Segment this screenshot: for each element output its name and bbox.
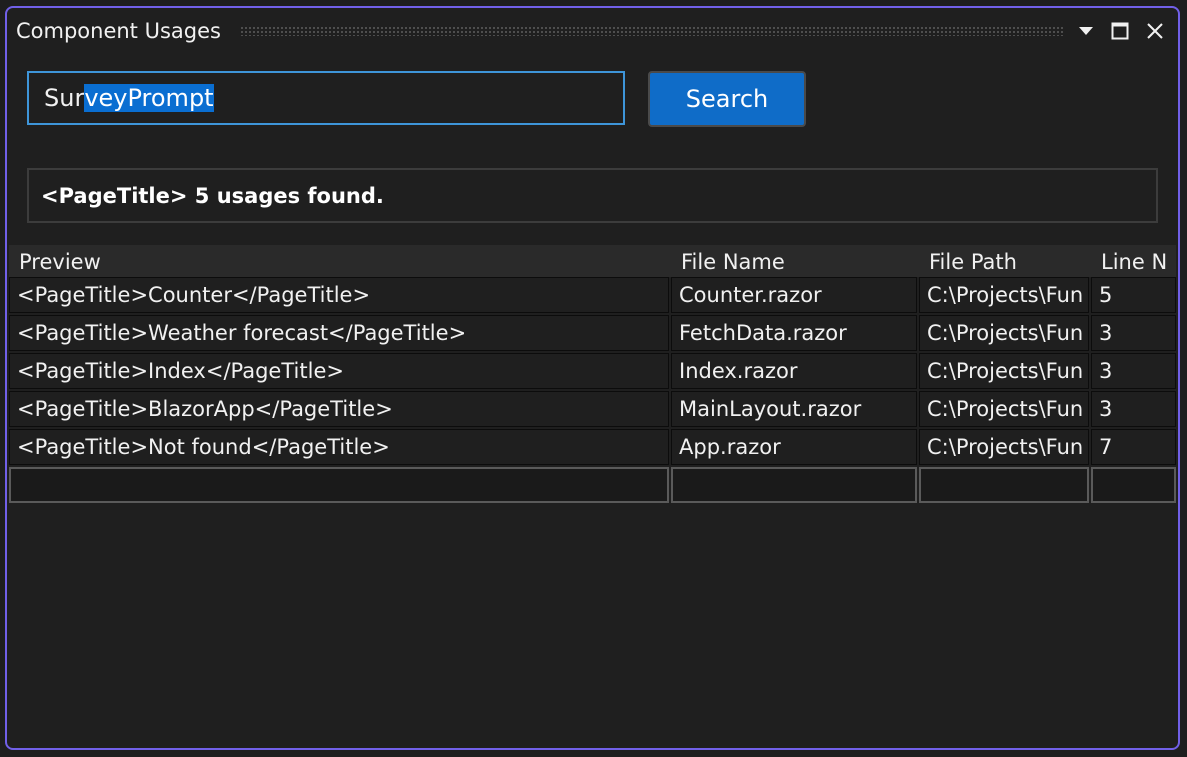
preview-cell[interactable]: <PageTitle>Index</PageTitle> [9,353,669,389]
line-number-cell[interactable]: 3 [1091,353,1176,389]
column-header-file-name[interactable]: File Name [681,250,785,274]
line-number-cell[interactable]: 7 [1091,429,1176,465]
table-row[interactable]: <PageTitle>BlazorApp</PageTitle> MainLay… [9,391,1176,429]
preview-cell[interactable]: <PageTitle>Weather forecast</PageTitle> [9,315,669,351]
file-name-cell[interactable]: FetchData.razor [671,315,917,351]
drag-grip[interactable] [240,26,1063,36]
table-row[interactable]: <PageTitle>Not found</PageTitle> App.raz… [9,429,1176,467]
column-header-preview[interactable]: Preview [19,250,101,274]
file-path-cell[interactable]: C:\Projects\Fun [919,353,1089,389]
table-row[interactable]: <PageTitle>Index</PageTitle> Index.razor… [9,353,1176,391]
preview-cell[interactable]: <PageTitle>BlazorApp</PageTitle> [9,391,669,427]
new-row-file-path-cell[interactable] [919,467,1089,503]
new-row-file-name-cell[interactable] [671,467,917,503]
status-message: <PageTitle> 5 usages found. [27,168,1158,223]
column-header-line-number[interactable]: Line N [1101,250,1176,274]
grid-header: Preview File Name File Path Line N [9,245,1176,277]
title-bar[interactable]: Component Usages [7,8,1178,54]
new-row-line-number-cell[interactable] [1091,467,1176,503]
file-name-cell[interactable]: Index.razor [671,353,917,389]
maximize-button[interactable] [1105,16,1135,46]
table-row[interactable]: <PageTitle>Counter</PageTitle> Counter.r… [9,277,1176,315]
line-number-cell[interactable]: 3 [1091,391,1176,427]
close-icon [1147,23,1163,39]
file-path-cell[interactable]: C:\Projects\Fun [919,277,1089,313]
search-button[interactable]: Search [648,71,806,127]
search-text-selected: veyPrompt [84,84,214,112]
chevron-down-icon [1079,27,1093,35]
maximize-icon [1111,22,1129,40]
new-row-preview-cell[interactable] [9,467,669,503]
window-title: Component Usages [16,19,221,43]
file-path-cell[interactable]: C:\Projects\Fun [919,429,1089,465]
usages-grid: Preview File Name File Path Line N <Page… [9,245,1176,505]
component-usages-window: Component Usages Sur veyPrompt Search <Pa… [5,6,1180,750]
file-name-cell[interactable]: Counter.razor [671,277,917,313]
column-header-file-path[interactable]: File Path [929,250,1017,274]
preview-cell[interactable]: <PageTitle>Counter</PageTitle> [9,277,669,313]
file-path-cell[interactable]: C:\Projects\Fun [919,391,1089,427]
new-row[interactable] [9,467,1176,505]
file-path-cell[interactable]: C:\Projects\Fun [919,315,1089,351]
file-name-cell[interactable]: MainLayout.razor [671,391,917,427]
line-number-cell[interactable]: 3 [1091,315,1176,351]
line-number-cell[interactable]: 5 [1091,277,1176,313]
preview-cell[interactable]: <PageTitle>Not found</PageTitle> [9,429,669,465]
search-text-unselected: Sur [44,84,85,112]
search-input[interactable]: Sur veyPrompt [27,71,625,125]
table-row[interactable]: <PageTitle>Weather forecast</PageTitle> … [9,315,1176,353]
file-name-cell[interactable]: App.razor [671,429,917,465]
window-menu-button[interactable] [1071,16,1101,46]
close-button[interactable] [1140,16,1170,46]
